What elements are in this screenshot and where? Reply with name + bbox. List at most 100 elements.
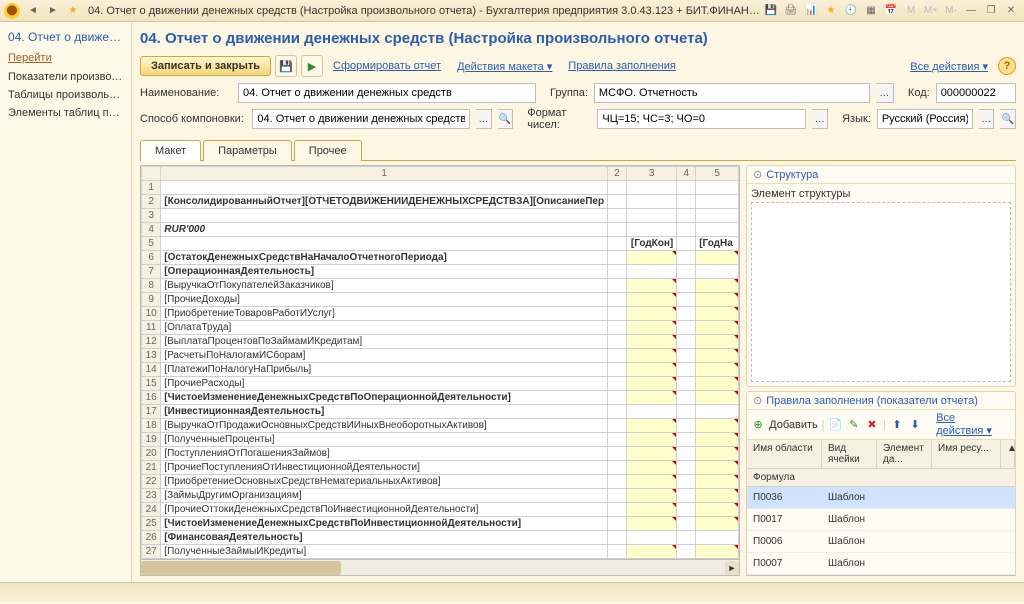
sidebar-item-2[interactable]: Элементы таблиц произв... (0, 104, 131, 122)
lang-picker[interactable]: … (979, 109, 995, 129)
fill-rules-link[interactable]: Правила заполнения (562, 60, 682, 72)
sheet-row[interactable]: 26[ФинансоваяДеятельность] (142, 531, 739, 545)
sheet-row[interactable]: 5[ГодКон][ГодНа (142, 237, 739, 251)
mem-mminus[interactable]: M- (942, 3, 960, 19)
sheet-row[interactable]: 1 (142, 181, 739, 195)
sheet-row[interactable]: 17[ИнвестиционнаяДеятельность] (142, 405, 739, 419)
sheet-row[interactable]: 19[ПолученныеПроценты] (142, 433, 739, 447)
spreadsheet[interactable]: 1234512[КонсолидированныйОтчет][ОТЧЕТОДВ… (140, 165, 740, 576)
sidebar-item-0[interactable]: Показатели произвольны... (0, 68, 131, 86)
sheet-row[interactable]: 18[ВыручкаОтПродажиОсновныхСредствИИныхВ… (142, 419, 739, 433)
page-title: 04. Отчет о движении денежных средств (Н… (140, 28, 1016, 55)
sheet-row[interactable]: 6[ОстатокДенежныхСредствНаНачалоОтчетног… (142, 251, 739, 265)
fav-icon[interactable]: ★ (64, 3, 82, 19)
group-label: Группа: (550, 87, 588, 99)
edit-icon[interactable]: ✎ (847, 417, 861, 433)
run-icon[interactable]: ▶ (301, 55, 323, 77)
tool-grid-icon[interactable]: ▦ (862, 3, 880, 19)
rules-scroll-up[interactable]: ▲ (1001, 440, 1015, 468)
rules-row[interactable]: П0007Шаблон (747, 553, 1015, 575)
layout-label: Способ компоновки: (140, 113, 246, 125)
sheet-row[interactable]: 2[КонсолидированныйОтчет][ОТЧЕТОДВИЖЕНИИ… (142, 195, 739, 209)
all-actions-link[interactable]: Все действия ▾ (904, 60, 994, 73)
tool-clock-icon[interactable]: 🕘 (842, 3, 860, 19)
sheet-row[interactable]: 7[ОперационнаяДеятельность] (142, 265, 739, 279)
tab-layout[interactable]: Макет (140, 140, 201, 161)
help-icon[interactable]: ? (998, 57, 1016, 75)
save-icon[interactable]: 💾 (275, 55, 297, 77)
group-input[interactable] (594, 83, 870, 103)
sheet-row[interactable]: 23[ЗаймыДругимОрганизациям] (142, 489, 739, 503)
form-report-link[interactable]: Сформировать отчет (327, 60, 447, 72)
add-icon[interactable]: ⊕ (751, 417, 765, 433)
delete-icon[interactable]: ✖ (865, 417, 879, 433)
copy-icon[interactable]: 📄 (829, 417, 843, 433)
rules-h-scrollbar[interactable]: ◄ ► (747, 575, 1015, 576)
sidebar-item-1[interactable]: Таблицы произвольных о... (0, 86, 131, 104)
lang-input[interactable] (877, 109, 973, 129)
tool-save-icon[interactable]: 💾 (762, 3, 780, 19)
structure-tree[interactable] (751, 202, 1011, 382)
tool-print-icon[interactable]: 🖨 (782, 3, 800, 19)
layout-actions-link[interactable]: Действия макета ▾ (451, 60, 558, 73)
sheet-row[interactable]: 20[ПоступленияОтПогашенияЗаймов] (142, 447, 739, 461)
win-close[interactable]: ✕ (1002, 3, 1020, 19)
sheet-row[interactable]: 22[ПриобретениеОсновныхСредствНематериал… (142, 475, 739, 489)
layout-picker[interactable]: … (476, 109, 492, 129)
tool-cal-icon[interactable]: 📅 (882, 3, 900, 19)
layout-input[interactable] (252, 109, 470, 129)
win-max[interactable]: ❐ (982, 3, 1000, 19)
sheet-row[interactable]: 25[ЧистоеИзменениеДенежныхСредствПоИнвес… (142, 517, 739, 531)
rules-subheader: Формула (747, 469, 1015, 487)
sidebar-section[interactable]: Перейти (0, 48, 131, 68)
mem-mplus[interactable]: M+ (922, 3, 940, 19)
name-input[interactable] (238, 83, 536, 103)
tab-params[interactable]: Параметры (203, 140, 292, 161)
scroll-right-icon[interactable]: ► (725, 561, 739, 575)
tool-star-icon[interactable]: ★ (822, 3, 840, 19)
structure-label: Элемент структуры (751, 188, 1011, 200)
nav-fwd[interactable]: ► (44, 3, 62, 19)
sheet-row[interactable]: 3 (142, 209, 739, 223)
sheet-row[interactable]: 15[ПрочиеРасходы] (142, 377, 739, 391)
save-close-button[interactable]: Записать и закрыть (140, 56, 271, 76)
sheet-row[interactable]: 9[ПрочиеДоходы] (142, 293, 739, 307)
add-button[interactable]: Добавить (769, 419, 818, 431)
layout-search-icon[interactable]: 🔍 (498, 109, 514, 129)
group-picker[interactable]: … (876, 83, 894, 103)
lang-search-icon[interactable]: 🔍 (1000, 109, 1016, 129)
numfmt-picker[interactable]: … (812, 109, 828, 129)
rules-row[interactable]: П0006Шаблон (747, 531, 1015, 553)
nav-back[interactable]: ◄ (24, 3, 42, 19)
down-icon[interactable]: ⬇ (908, 417, 922, 433)
rules-header: Имя области Вид ячейки Элемент да... Имя… (747, 440, 1015, 469)
sheet-row[interactable]: 27[ПолученныеЗаймыИКредиты] (142, 545, 739, 559)
h-scrollbar[interactable]: ◄ ► (141, 559, 739, 575)
collapse-icon[interactable]: ⊙ (753, 394, 762, 407)
sheet-row[interactable]: 4RUR'000 (142, 223, 739, 237)
structure-panel: ⊙Структура Элемент структуры (746, 165, 1016, 387)
numfmt-input[interactable] (597, 109, 806, 129)
sheet-row[interactable]: 8[ВыручкаОтПокупателейЗаказчиков] (142, 279, 739, 293)
rules-row[interactable]: П0036Шаблон (747, 487, 1015, 509)
sheet-row[interactable]: 16[ЧистоеИзменениеДенежныхСредствПоОпера… (142, 391, 739, 405)
up-icon[interactable]: ⬆ (890, 417, 904, 433)
sheet-row[interactable]: 13[РасчетыПоНалогамИСборам] (142, 349, 739, 363)
rules-title: Правила заполнения (показатели отчета) (766, 395, 978, 407)
tool-calc-icon[interactable]: 📊 (802, 3, 820, 19)
scroll-thumb[interactable] (141, 561, 341, 575)
tab-other[interactable]: Прочее (294, 140, 362, 161)
collapse-icon[interactable]: ⊙ (753, 168, 762, 181)
sheet-row[interactable]: 24[ПрочиеОттокиДенежныхСредствПоИнвестиц… (142, 503, 739, 517)
rules-all-actions[interactable]: Все действия ▾ (930, 412, 1011, 437)
rules-row[interactable]: П0017Шаблон (747, 509, 1015, 531)
sheet-row[interactable]: 21[ПрочиеПоступленияОтИнвестиционнойДеят… (142, 461, 739, 475)
code-input[interactable] (936, 83, 1016, 103)
titlebar: ⬤ ◄ ► ★ 04. Отчет о движении денежных ср… (0, 0, 1024, 22)
sheet-row[interactable]: 14[ПлатежиПоНалогуНаПрибыль] (142, 363, 739, 377)
sheet-row[interactable]: 10[ПриобретениеТоваровРаботИУслуг] (142, 307, 739, 321)
mem-m[interactable]: M (902, 3, 920, 19)
sheet-row[interactable]: 11[ОплатаТруда] (142, 321, 739, 335)
sheet-row[interactable]: 12[ВыплатаПроцентовПоЗаймамИКредитам] (142, 335, 739, 349)
win-min[interactable]: — (962, 3, 980, 19)
